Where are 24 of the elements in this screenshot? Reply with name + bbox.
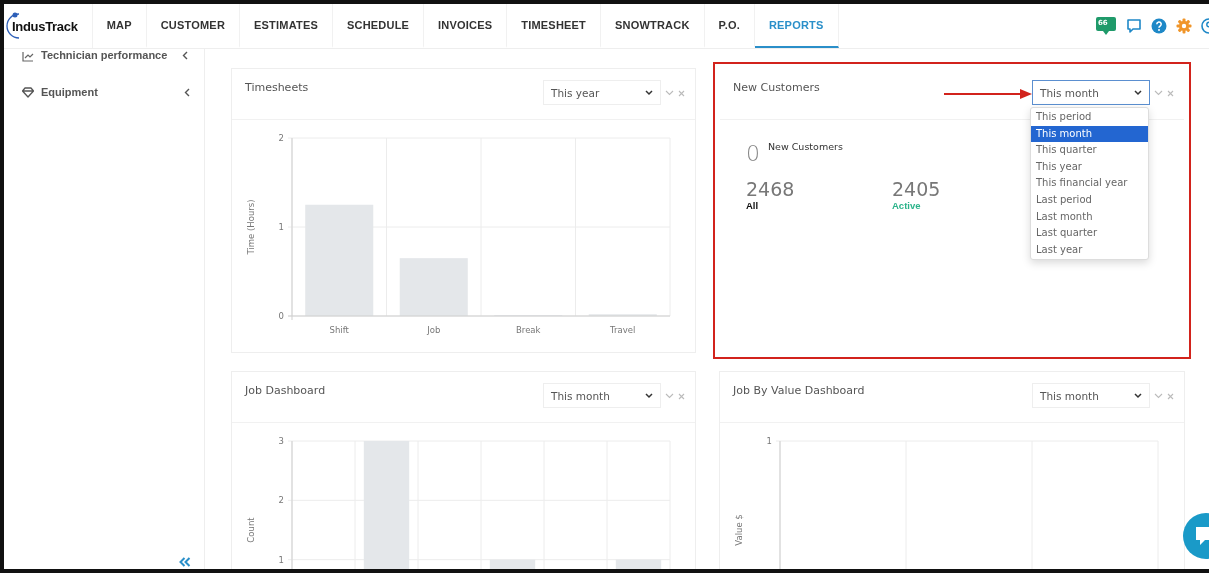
customer-total-label: Active (892, 200, 922, 211)
widget-title: Job By Value Dashboard (733, 384, 866, 397)
widget-title: Timesheets (245, 81, 310, 94)
x-tick-label: Travel (610, 325, 636, 335)
x-tick-label: Shift (329, 325, 349, 335)
customer-total: 2468 (746, 178, 796, 200)
customer-total: 2405 (892, 178, 942, 200)
y-tick-label: 3 (278, 436, 284, 446)
y-tick-label: 2 (278, 133, 284, 143)
new-customers-count: 0 (746, 142, 760, 166)
y-axis-label: Count (246, 517, 256, 543)
customer-total-label: All (746, 200, 760, 211)
widget-title: New Customers (733, 81, 821, 94)
y-tick-label: 2 (278, 495, 284, 506)
y-tick-label: 1 (278, 222, 284, 232)
new-customers-label: New Customers (768, 141, 843, 152)
y-tick-label: 0 (278, 311, 284, 321)
y-axis-label: Time (Hours) (246, 199, 256, 255)
y-tick-label: 1 (766, 436, 772, 446)
y-tick-label: 1 (278, 554, 284, 565)
y-axis-label: Value $ (734, 514, 744, 546)
x-tick-label: Break (516, 325, 541, 335)
widget-title: Job Dashboard (245, 384, 327, 397)
x-tick-label: Job (427, 325, 441, 335)
